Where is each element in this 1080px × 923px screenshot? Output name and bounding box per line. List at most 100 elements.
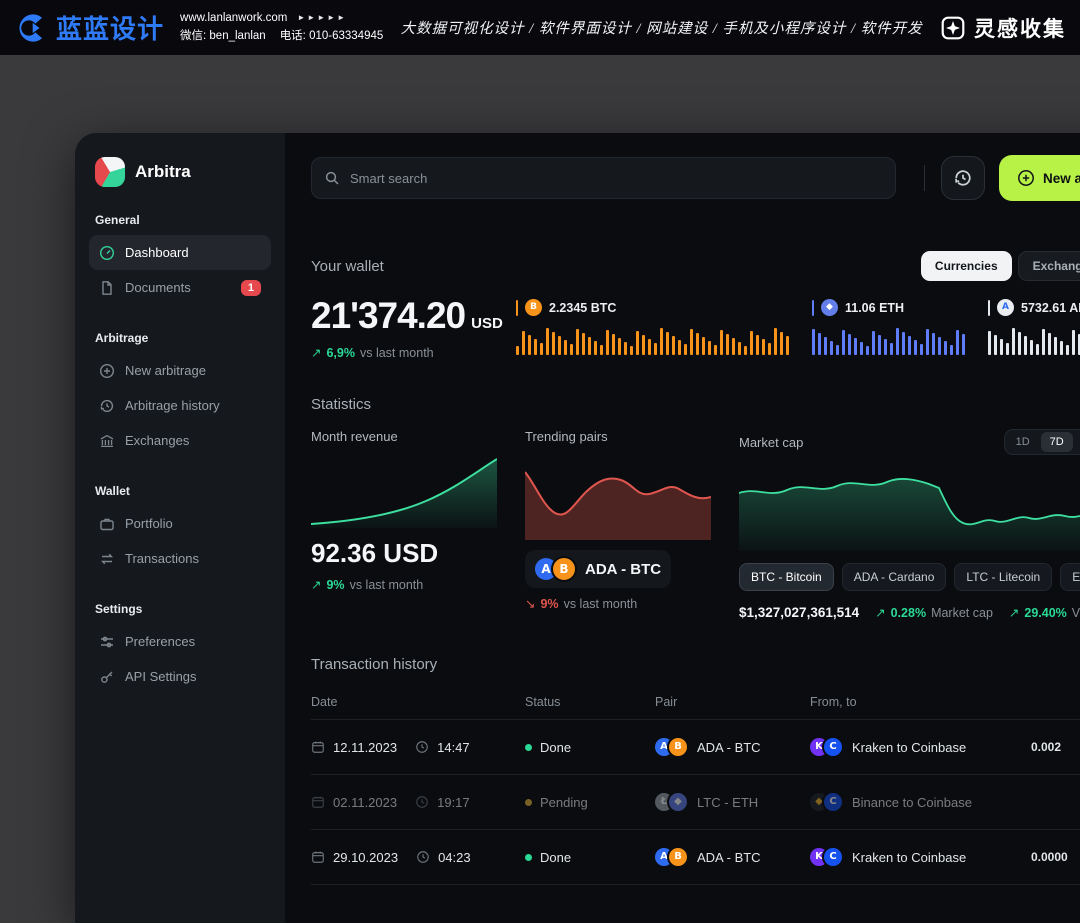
tx-rows: 12.11.202314:47DoneABADA - BTCKCKraken t… (311, 720, 1080, 885)
btc-icon: B (525, 299, 542, 316)
market-cap-change: ↗ 0.28% Market cap (875, 605, 993, 620)
sidebar-item-transactions[interactable]: Transactions (89, 541, 271, 576)
sidebar-item-label: Portfolio (125, 516, 173, 531)
wallet-change: ↗ 6,9% vs last month (311, 345, 516, 360)
pair-icons: AB (535, 556, 577, 582)
main-content: New arbitrage Your wallet CurrenciesExch… (285, 133, 1080, 923)
status-label: Pending (540, 795, 588, 810)
app-brand-name: Arbitra (135, 162, 191, 182)
statistics-title: Statistics (311, 396, 1080, 413)
sidebar-item-new-arbitrage[interactable]: New arbitrage (89, 353, 271, 388)
tx-date: 02.11.2023 (333, 795, 397, 810)
sidebar-item-label: Arbitrage history (125, 398, 220, 413)
btc-bars-chart (516, 325, 796, 355)
wallet-tab-exchanges[interactable]: Exchanges (1018, 251, 1080, 281)
tx-date: 29.10.2023 (333, 850, 398, 865)
tx-time: 14:47 (437, 740, 470, 755)
sparkle-icon (940, 15, 966, 41)
coin-pill-btc[interactable]: BTC - Bitcoin (739, 563, 834, 591)
route-icons: ◆C (810, 791, 844, 813)
sidebar-item-label: Exchanges (125, 433, 189, 448)
route-label: Kraken to Coinbase (852, 850, 966, 865)
app-window: Arbitra General DashboardDocuments1 Arbitr… (75, 133, 1080, 923)
coin-pill-ltc[interactable]: LTC - Litecoin (954, 563, 1052, 591)
top-banner: 蓝蓝设计 www.lanlanwork.com ►►►►► 微信: ben_la… (0, 0, 1080, 55)
trend-arrow-icon: ↗ (875, 605, 885, 620)
tx-date: 12.11.2023 (333, 740, 397, 755)
holding-ada: A5732.61 ADA (988, 299, 1080, 355)
history-button[interactable] (941, 156, 985, 200)
transaction-history-section: Transaction history Date Status Pair Fro… (311, 656, 1080, 885)
plus-circle-icon (99, 363, 115, 379)
calendar-icon (311, 850, 325, 864)
pair-label: ADA - BTC (697, 740, 761, 755)
market-cap-stats: $1,327,027,361,514 ↗ 0.28% Market cap ↗ … (739, 605, 1080, 620)
sidebar-nav: GeneralDashboardDocuments1ArbitrageNew a… (89, 213, 271, 694)
pair-icons: Ł◆ (655, 791, 689, 813)
history-icon (99, 398, 115, 414)
search-input[interactable] (311, 157, 896, 199)
arrows-icon (99, 551, 115, 567)
topbar: New arbitrage (311, 155, 1080, 201)
sidebar-item-api-settings[interactable]: API Settings (89, 659, 271, 694)
route-icons: KC (810, 846, 844, 868)
range-7d[interactable]: 7D (1041, 432, 1073, 452)
sidebar-item-documents[interactable]: Documents1 (89, 270, 271, 305)
new-arbitrage-button[interactable]: New arbitrage (999, 155, 1080, 201)
sidebar-section-title: General (95, 213, 265, 227)
wallet-balance-block: 21'374.20USD ↗ 6,9% vs last month (311, 295, 516, 360)
pair-label: ADA - BTC (697, 850, 761, 865)
sidebar-item-portfolio[interactable]: Portfolio (89, 506, 271, 541)
month-revenue-value: 92.36 USD (311, 538, 497, 569)
status-dot (525, 854, 532, 861)
clock-icon (415, 795, 429, 809)
market-cap-card: Market cap 1D7D1M BTC - BitcoinADA - Car… (739, 429, 1080, 620)
sidebar-item-label: Preferences (125, 634, 195, 649)
wallet-holdings: B2.2345 BTC◆11.06 ETHA5732.61 ADA (516, 299, 1080, 355)
banner-services: 大数据可视化设计 / 软件界面设计 / 网站建设 / 手机及小程序设计 / 软件… (399, 17, 924, 38)
coinbase-icon: C (822, 791, 844, 813)
search-box (311, 157, 896, 199)
transaction-history-title: Transaction history (311, 656, 1080, 673)
tx-time: 04:23 (438, 850, 471, 865)
col-from-to: From, to (810, 695, 1031, 709)
col-pair: Pair (655, 695, 810, 709)
range-1m[interactable]: 1M (1075, 432, 1080, 452)
lanlan-logo: 蓝蓝设计 (14, 9, 164, 46)
sidebar-item-arbitrage-history[interactable]: Arbitrage history (89, 388, 271, 423)
trend-arrow-icon: ↘ (525, 596, 535, 611)
coin-pill-eth[interactable]: ETH - Ethereum (1060, 563, 1080, 591)
sidebar-item-exchanges[interactable]: Exchanges (89, 423, 271, 458)
status-label: Done (540, 740, 571, 755)
wallet-title: Your wallet (311, 258, 384, 275)
table-row[interactable]: 02.11.202319:17PendingŁ◆LTC - ETH◆CBinan… (311, 775, 1080, 830)
wallet-tab-currencies[interactable]: Currencies (921, 251, 1012, 281)
trending-pair-label[interactable]: AB ADA - BTC (525, 550, 671, 588)
wallet-section: Your wallet CurrenciesExchanges 21'374.2… (311, 251, 1080, 360)
sidebar-item-preferences[interactable]: Preferences (89, 624, 271, 659)
trend-arrow-icon: ↗ (311, 345, 321, 360)
wallet-tabs: CurrenciesExchanges (921, 251, 1080, 281)
table-row[interactable]: 29.10.202304:23DoneABADA - BTCKCKraken t… (311, 830, 1080, 885)
calendar-icon (311, 795, 325, 809)
clock-icon (415, 740, 429, 754)
coinbase-icon: C (822, 736, 844, 758)
volume-change: ↗ 29.40% Volume (24h) (1009, 605, 1080, 620)
sliders-icon (99, 634, 115, 650)
coin-pill-ada[interactable]: ADA - Cardano (842, 563, 947, 591)
table-row[interactable]: 12.11.202314:47DoneABADA - BTCKCKraken t… (311, 720, 1080, 775)
sidebar-item-dashboard[interactable]: Dashboard (89, 235, 271, 270)
briefcase-icon (99, 516, 115, 532)
history-icon (953, 168, 973, 188)
banner-brand: 蓝蓝设计 (56, 9, 164, 46)
market-cap-chart (739, 467, 1080, 551)
banner-phone: 电话: 010-63334945 (280, 28, 384, 46)
range-1d[interactable]: 1D (1007, 432, 1039, 452)
sidebar-item-label: API Settings (125, 669, 197, 684)
status-dot (525, 744, 532, 751)
bank-icon (99, 433, 115, 449)
sidebar-item-label: Transactions (125, 551, 199, 566)
month-revenue-card: Month revenue 92.36 USD ↗ 9% vs last mon… (311, 429, 497, 620)
pair-label: LTC - ETH (697, 795, 758, 810)
clock-icon (416, 850, 430, 864)
